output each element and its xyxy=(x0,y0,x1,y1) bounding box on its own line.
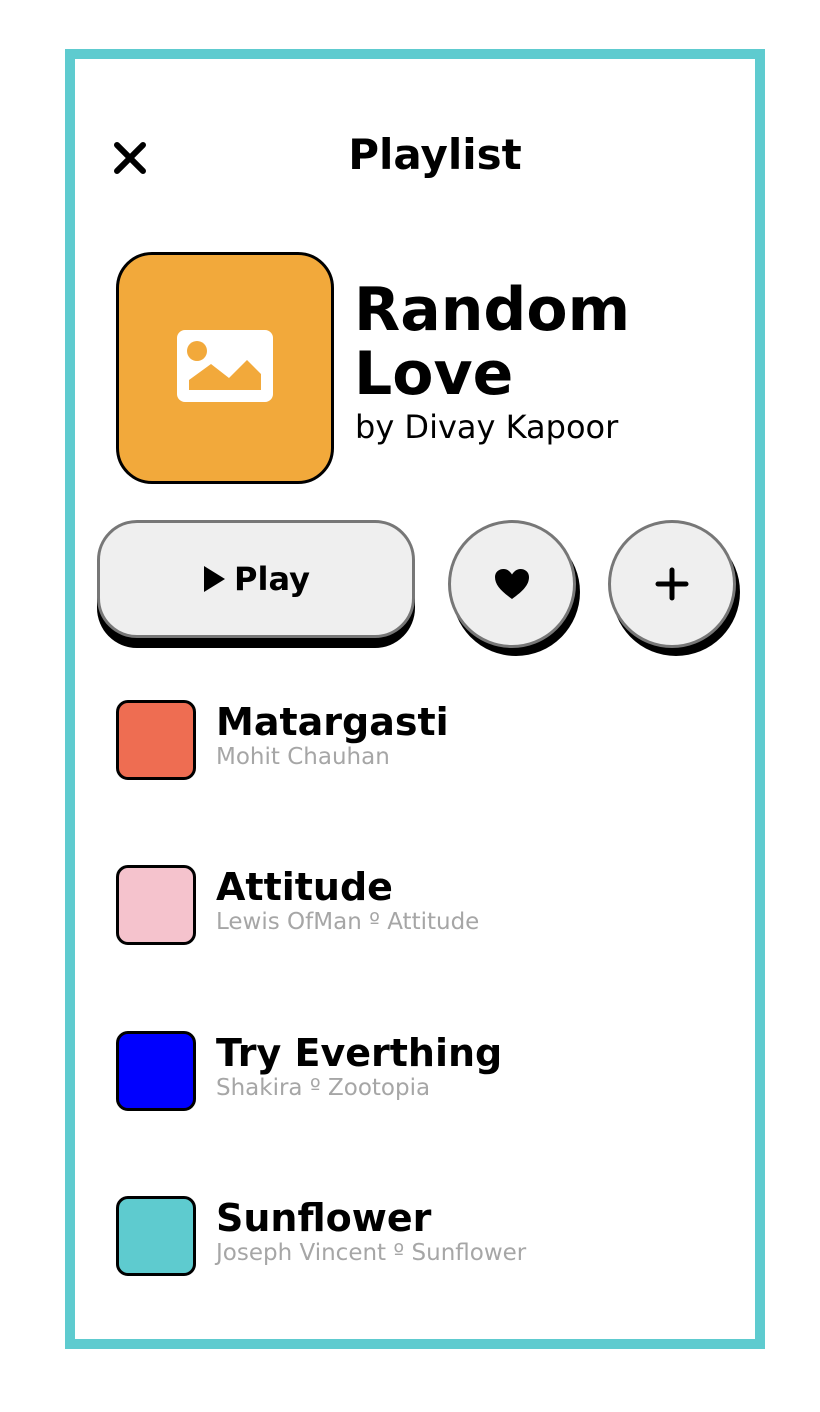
image-icon xyxy=(177,330,273,402)
song-title: Matargasti xyxy=(216,700,449,744)
song-title: Try Everthing xyxy=(216,1031,503,1075)
plus-icon xyxy=(655,567,689,601)
play-button-label: Play xyxy=(234,560,310,598)
song-title: Attitude xyxy=(216,865,393,909)
song-item-attitude[interactable]: Attitude Lewis OfMan º Attitude xyxy=(116,865,676,945)
add-button[interactable] xyxy=(608,520,736,648)
playlist-name: Random Love xyxy=(354,275,631,409)
song-color-swatch xyxy=(116,700,196,780)
heart-icon xyxy=(495,569,529,599)
play-button[interactable]: Play xyxy=(97,520,415,638)
song-item-sunflower[interactable]: Sunflower Joseph Vincent º Sunflower xyxy=(116,1196,676,1276)
song-artist: Shakira º Zootopia xyxy=(216,1075,431,1101)
song-color-swatch xyxy=(116,1196,196,1276)
song-artist: Joseph Vincent º Sunflower xyxy=(216,1240,527,1266)
playlist-author: by Divay Kapoor xyxy=(355,408,619,446)
app-frame xyxy=(65,49,765,1349)
play-icon xyxy=(204,566,226,592)
song-artist: Mohit Chauhan xyxy=(216,744,390,770)
page-title: Playlist xyxy=(348,130,522,179)
song-item-matargasti[interactable]: Matargasti Mohit Chauhan xyxy=(116,700,676,780)
song-item-try-everthing[interactable]: Try Everthing Shakira º Zootopia xyxy=(116,1031,676,1111)
song-color-swatch xyxy=(116,1031,196,1111)
playlist-cover xyxy=(116,252,334,484)
song-artist: Lewis OfMan º Attitude xyxy=(216,909,480,935)
like-button[interactable] xyxy=(448,520,576,648)
song-color-swatch xyxy=(116,865,196,945)
song-title: Sunflower xyxy=(216,1196,432,1240)
